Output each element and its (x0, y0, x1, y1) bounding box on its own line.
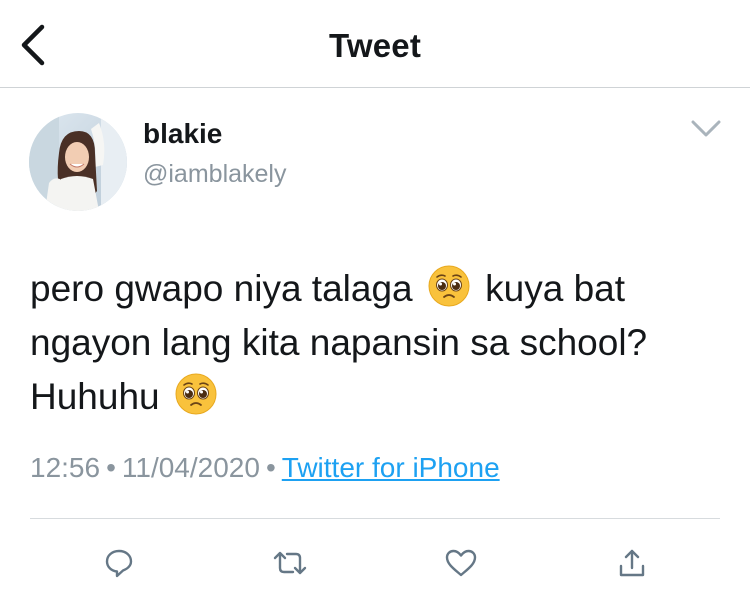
pleading-face-emoji-icon (428, 265, 470, 307)
display-name[interactable]: blakie (143, 118, 222, 150)
meta-separator: • (106, 452, 116, 483)
avatar-image (29, 113, 127, 211)
like-button[interactable] (441, 545, 481, 581)
top-nav-bar: Tweet (0, 0, 750, 88)
heart-icon (445, 549, 477, 577)
meta-separator: • (265, 452, 276, 483)
chevron-down-icon (691, 120, 721, 137)
retweet-icon (273, 551, 307, 575)
pleading-face-emoji-icon (175, 373, 217, 415)
tweet-time: 12:56 (30, 452, 101, 483)
reply-button[interactable] (99, 545, 139, 581)
tweet-text: pero gwapo niya talaga kuya bat ngayon l… (30, 262, 730, 424)
divider (30, 518, 720, 519)
tweet-date: 11/04/2020 (121, 452, 260, 483)
share-button[interactable] (612, 545, 652, 581)
tweet-options-button[interactable] (686, 112, 726, 146)
page-title: Tweet (328, 27, 422, 64)
tweet-meta: 12:56 • 11/04/2020 • Twitter for iPhone (30, 452, 500, 484)
share-icon (619, 549, 645, 577)
tweet-detail-screen: Tweet blakie @iamblakely pero gwapo niya… (0, 0, 750, 605)
tweet-source-link[interactable]: Twitter for iPhone (282, 452, 500, 483)
reply-icon (105, 549, 133, 578)
retweet-button[interactable] (270, 545, 310, 581)
user-handle[interactable]: @iamblakely (143, 160, 286, 189)
tweet-text-part-1: pero gwapo niya talaga (30, 268, 423, 309)
avatar[interactable] (29, 113, 127, 211)
